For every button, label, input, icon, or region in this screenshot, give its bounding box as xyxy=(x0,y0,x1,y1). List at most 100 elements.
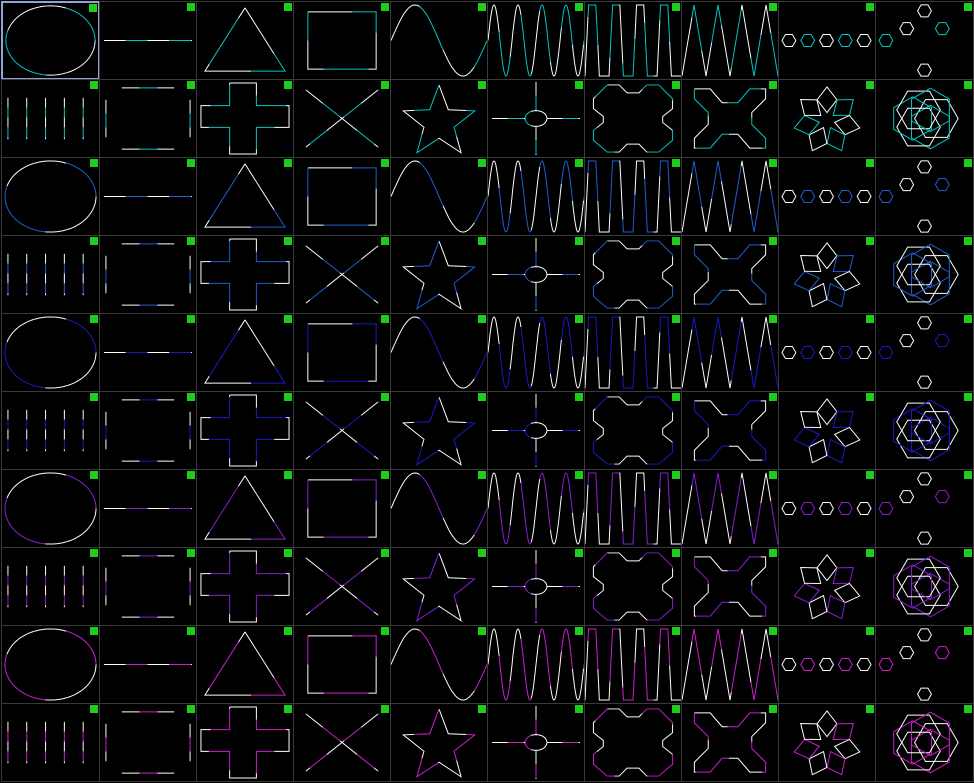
grid-cell-r6-c5[interactable] xyxy=(487,469,585,548)
grid-cell-r5-c9[interactable] xyxy=(875,391,974,470)
grid-cell-r3-c7[interactable] xyxy=(681,235,779,314)
grid-cell-r0-c2[interactable] xyxy=(196,1,294,80)
grid-cell-r4-c6[interactable] xyxy=(584,313,682,392)
grid-cell-r6-c0[interactable] xyxy=(1,469,100,548)
grid-cell-r3-c4[interactable] xyxy=(390,235,488,314)
grid-cell-r2-c4[interactable] xyxy=(390,157,488,236)
grid-cell-r8-c8[interactable] xyxy=(778,625,876,704)
grid-cell-r1-c6[interactable] xyxy=(584,79,682,158)
grid-cell-r5-c7[interactable] xyxy=(681,391,779,470)
grid-cell-r1-c9[interactable] xyxy=(875,79,974,158)
grid-cell-r6-c7[interactable] xyxy=(681,469,779,548)
grid-cell-r7-c9[interactable] xyxy=(875,547,974,626)
grid-cell-r3-c3[interactable] xyxy=(293,235,391,314)
grid-cell-r7-c2[interactable] xyxy=(196,547,294,626)
grid-cell-r1-c7[interactable] xyxy=(681,79,779,158)
grid-cell-r1-c5[interactable] xyxy=(487,79,585,158)
grid-cell-r8-c2[interactable] xyxy=(196,625,294,704)
grid-cell-r0-c9[interactable] xyxy=(875,1,974,80)
grid-cell-r0-c3[interactable] xyxy=(293,1,391,80)
grid-cell-r6-c1[interactable] xyxy=(99,469,197,548)
grid-cell-r4-c0[interactable] xyxy=(1,313,100,392)
grid-cell-r6-c2[interactable] xyxy=(196,469,294,548)
grid-cell-r6-c8[interactable] xyxy=(778,469,876,548)
grid-cell-r6-c3[interactable] xyxy=(293,469,391,548)
grid-cell-r3-c8[interactable] xyxy=(778,235,876,314)
grid-cell-r9-c0[interactable] xyxy=(1,703,100,782)
grid-cell-r3-c1[interactable] xyxy=(99,235,197,314)
grid-cell-r4-c9[interactable] xyxy=(875,313,974,392)
grid-cell-r8-c9[interactable] xyxy=(875,625,974,704)
grid-cell-r4-c2[interactable] xyxy=(196,313,294,392)
grid-cell-r1-c8[interactable] xyxy=(778,79,876,158)
grid-cell-r6-c6[interactable] xyxy=(584,469,682,548)
grid-cell-r5-c6[interactable] xyxy=(584,391,682,470)
grid-cell-r3-c0[interactable] xyxy=(1,235,100,314)
grid-cell-r7-c0[interactable] xyxy=(1,547,100,626)
grid-cell-r7-c6[interactable] xyxy=(584,547,682,626)
grid-cell-r9-c8[interactable] xyxy=(778,703,876,782)
grid-cell-r1-c4[interactable] xyxy=(390,79,488,158)
grid-cell-r4-c7[interactable] xyxy=(681,313,779,392)
grid-cell-r0-c8[interactable] xyxy=(778,1,876,80)
grid-cell-r7-c3[interactable] xyxy=(293,547,391,626)
grid-cell-r2-c1[interactable] xyxy=(99,157,197,236)
grid-cell-r4-c1[interactable] xyxy=(99,313,197,392)
grid-cell-r9-c6[interactable] xyxy=(584,703,682,782)
grid-cell-r0-c7[interactable] xyxy=(681,1,779,80)
grid-cell-r9-c3[interactable] xyxy=(293,703,391,782)
grid-cell-r2-c9[interactable] xyxy=(875,157,974,236)
grid-cell-r9-c2[interactable] xyxy=(196,703,294,782)
grid-cell-r2-c6[interactable] xyxy=(584,157,682,236)
grid-cell-r5-c3[interactable] xyxy=(293,391,391,470)
grid-cell-r8-c5[interactable] xyxy=(487,625,585,704)
grid-cell-r3-c9[interactable] xyxy=(875,235,974,314)
grid-cell-r4-c5[interactable] xyxy=(487,313,585,392)
grid-cell-r0-c0[interactable] xyxy=(1,1,100,80)
grid-cell-r2-c7[interactable] xyxy=(681,157,779,236)
grid-cell-r8-c1[interactable] xyxy=(99,625,197,704)
grid-cell-r3-c5[interactable] xyxy=(487,235,585,314)
grid-cell-r5-c4[interactable] xyxy=(390,391,488,470)
grid-cell-r9-c5[interactable] xyxy=(487,703,585,782)
grid-cell-r5-c2[interactable] xyxy=(196,391,294,470)
grid-cell-r3-c6[interactable] xyxy=(584,235,682,314)
grid-cell-r9-c1[interactable] xyxy=(99,703,197,782)
grid-cell-r3-c2[interactable] xyxy=(196,235,294,314)
grid-cell-r8-c3[interactable] xyxy=(293,625,391,704)
grid-cell-r2-c3[interactable] xyxy=(293,157,391,236)
grid-cell-r2-c5[interactable] xyxy=(487,157,585,236)
grid-cell-r7-c8[interactable] xyxy=(778,547,876,626)
grid-cell-r9-c9[interactable] xyxy=(875,703,974,782)
grid-cell-r4-c3[interactable] xyxy=(293,313,391,392)
grid-cell-r7-c4[interactable] xyxy=(390,547,488,626)
grid-cell-r5-c1[interactable] xyxy=(99,391,197,470)
grid-cell-r8-c0[interactable] xyxy=(1,625,100,704)
grid-cell-r2-c8[interactable] xyxy=(778,157,876,236)
grid-cell-r4-c8[interactable] xyxy=(778,313,876,392)
grid-cell-r5-c8[interactable] xyxy=(778,391,876,470)
grid-cell-r8-c7[interactable] xyxy=(681,625,779,704)
grid-cell-r2-c0[interactable] xyxy=(1,157,100,236)
grid-cell-r2-c2[interactable] xyxy=(196,157,294,236)
grid-cell-r6-c4[interactable] xyxy=(390,469,488,548)
grid-cell-r1-c3[interactable] xyxy=(293,79,391,158)
grid-cell-r5-c0[interactable] xyxy=(1,391,100,470)
grid-cell-r9-c4[interactable] xyxy=(390,703,488,782)
grid-cell-r1-c1[interactable] xyxy=(99,79,197,158)
grid-cell-r6-c9[interactable] xyxy=(875,469,974,548)
grid-cell-r8-c6[interactable] xyxy=(584,625,682,704)
grid-cell-r0-c6[interactable] xyxy=(584,1,682,80)
grid-cell-r8-c4[interactable] xyxy=(390,625,488,704)
grid-cell-r7-c7[interactable] xyxy=(681,547,779,626)
grid-cell-r1-c2[interactable] xyxy=(196,79,294,158)
grid-cell-r9-c7[interactable] xyxy=(681,703,779,782)
grid-cell-r4-c4[interactable] xyxy=(390,313,488,392)
grid-cell-r7-c1[interactable] xyxy=(99,547,197,626)
grid-cell-r5-c5[interactable] xyxy=(487,391,585,470)
grid-cell-r0-c4[interactable] xyxy=(390,1,488,80)
grid-cell-r0-c1[interactable] xyxy=(99,1,197,80)
grid-cell-r7-c5[interactable] xyxy=(487,547,585,626)
grid-cell-r0-c5[interactable] xyxy=(487,1,585,80)
grid-cell-r1-c0[interactable] xyxy=(1,79,100,158)
